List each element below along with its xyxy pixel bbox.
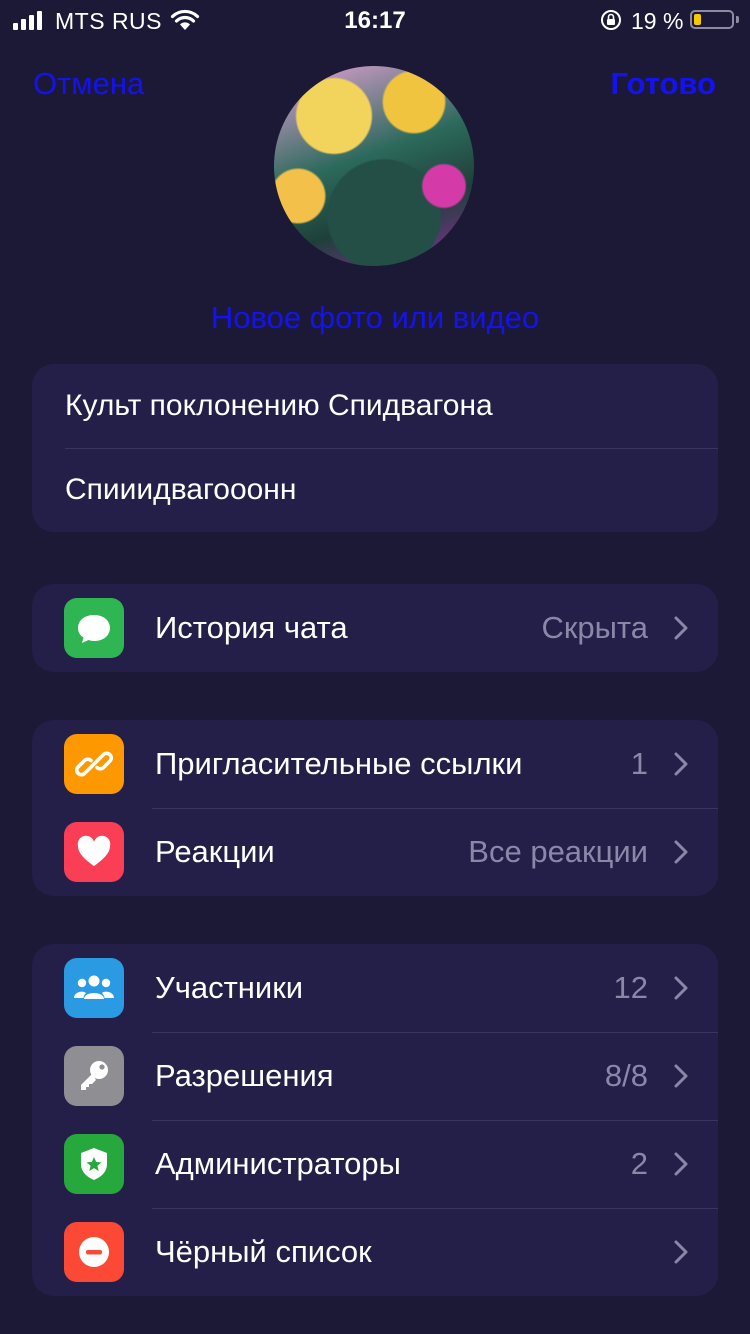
administrators-row[interactable]: Администраторы 2 — [32, 1120, 718, 1208]
administrators-label: Администраторы — [155, 1146, 401, 1181]
cancel-button[interactable]: Отмена — [33, 66, 144, 102]
heart-icon — [64, 822, 124, 882]
permissions-label: Разрешения — [155, 1058, 334, 1093]
status-bar: MTS RUS 16:17 19 % — [0, 0, 750, 40]
battery-icon — [690, 10, 734, 29]
group-description-field[interactable]: Спииидвагооонн — [32, 448, 718, 532]
new-photo-button[interactable]: Новое фото или видео — [0, 300, 750, 336]
block-icon — [64, 1222, 124, 1282]
invite-links-label: Пригласительные ссылки — [155, 746, 523, 781]
administrators-value: 2 — [630, 1146, 648, 1181]
chevron-right-icon — [674, 1152, 688, 1176]
shield-star-icon — [64, 1134, 124, 1194]
done-button[interactable]: Готово — [611, 66, 717, 102]
reactions-label: Реакции — [155, 834, 275, 869]
members-label: Участники — [155, 970, 304, 1005]
blacklist-row[interactable]: Чёрный список — [32, 1208, 718, 1296]
blacklist-label: Чёрный список — [155, 1234, 372, 1269]
permissions-row[interactable]: Разрешения 8/8 — [32, 1032, 718, 1120]
reactions-value: Все реакции — [468, 834, 648, 869]
members-row[interactable]: Участники 12 — [32, 944, 718, 1032]
chevron-right-icon — [674, 976, 688, 1000]
group-avatar[interactable] — [274, 66, 474, 266]
chevron-right-icon — [674, 1064, 688, 1088]
people-icon — [64, 958, 124, 1018]
reactions-row[interactable]: Реакции Все реакции — [32, 808, 718, 896]
group-name-field[interactable]: Культ поклонению Спидвагона — [32, 364, 718, 448]
chevron-right-icon — [674, 752, 688, 776]
info-card: Культ поклонению Спидвагона Спииидвагооо… — [32, 364, 718, 532]
key-icon — [64, 1046, 124, 1106]
battery-nub — [736, 16, 739, 23]
orientation-lock-icon — [601, 10, 621, 30]
links-card: Пригласительные ссылки 1 Реакции Все реа… — [32, 720, 718, 896]
chat-history-value: Скрыта — [541, 610, 648, 645]
invite-links-value: 1 — [630, 746, 648, 781]
invite-links-row[interactable]: Пригласительные ссылки 1 — [32, 720, 718, 808]
chevron-right-icon — [674, 1240, 688, 1264]
permissions-value: 8/8 — [604, 1058, 648, 1093]
chevron-right-icon — [674, 840, 688, 864]
chat-history-card: История чата Скрыта — [32, 584, 718, 672]
members-value: 12 — [613, 970, 648, 1005]
message-bubble-icon — [64, 598, 124, 658]
battery-percent: 19 % — [631, 8, 684, 34]
chat-history-label: История чата — [155, 610, 348, 645]
link-icon — [64, 734, 124, 794]
chat-history-row[interactable]: История чата Скрыта — [32, 584, 718, 672]
chevron-right-icon — [674, 616, 688, 640]
members-card: Участники 12 Разрешения 8/8 Администрато… — [32, 944, 718, 1296]
